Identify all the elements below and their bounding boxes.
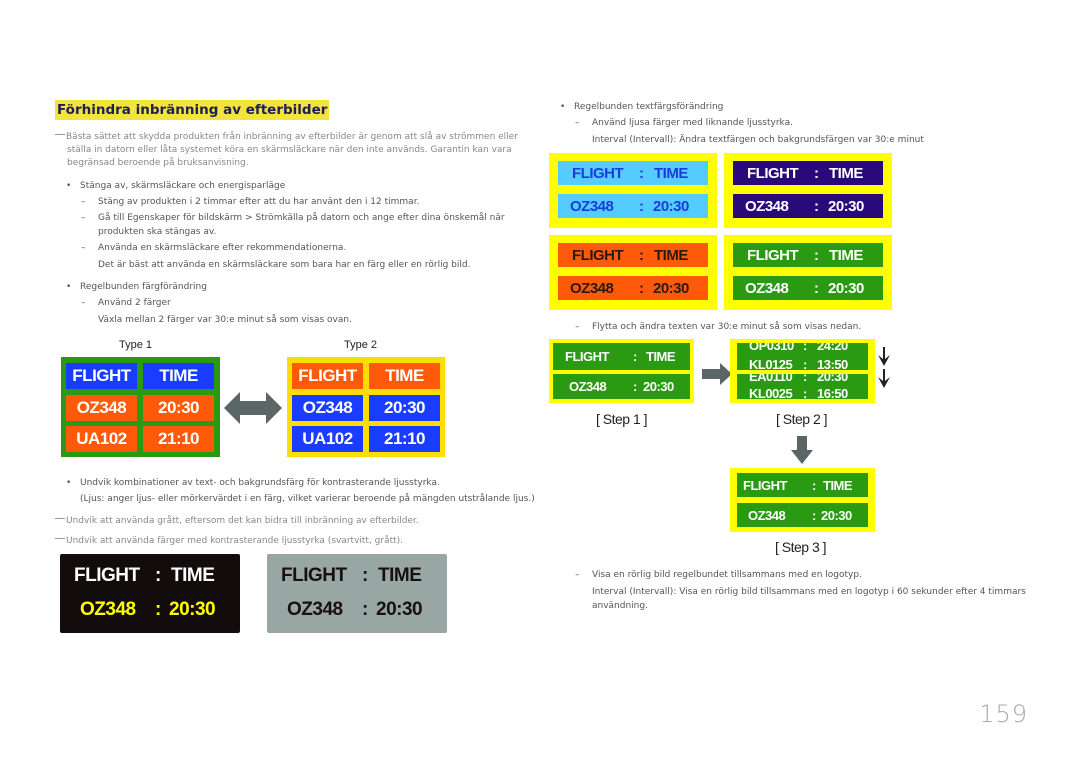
board-line: FLIGHT : TIME	[74, 565, 215, 586]
arrow-down-icon	[878, 347, 890, 366]
step1-label: [ Step 1 ]	[596, 411, 648, 427]
type1-cell: 21:10	[143, 426, 214, 452]
arrow-down-icon	[791, 436, 813, 464]
board-line: FLIGHT : TIME	[553, 343, 690, 370]
page-number: 159	[979, 700, 1028, 728]
dash-detail: Interval (Intervall): Visa en rörlig bil…	[592, 587, 1026, 597]
intro-note: Bästa sättet att skydda produkten från i…	[55, 131, 518, 170]
color-board: FLIGHT: TIME OZ348:20:30	[549, 235, 717, 310]
gray-contrast-board: FLIGHT : TIME OZ348 : 20:30	[267, 554, 447, 633]
dash-item: Använd 2 färger	[81, 297, 171, 310]
board-line: FLIGHT: TIME	[733, 243, 883, 267]
dash-item: Flytta och ändra texten var 30:e minut s…	[575, 321, 861, 334]
arrow-down-icon	[878, 369, 890, 388]
dash-item: Använda en skärmsläckare efter rekommend…	[81, 242, 346, 255]
step3-label: [ Step 3 ]	[775, 539, 827, 555]
dash-detail: användning.	[592, 601, 648, 611]
type1-header-flight: FLIGHT	[66, 363, 137, 389]
note-dash-icon	[55, 518, 65, 519]
type2-header-flight: FLIGHT	[292, 363, 363, 389]
dash-item-cont: produkten ska stängas av.	[98, 227, 217, 237]
dash-item: Visa en rörlig bild regelbundet tillsamm…	[575, 569, 862, 582]
type2-label: Type 2	[344, 339, 378, 351]
bullet-contrast: Undvik kombinationer av text- och bakgru…	[66, 477, 440, 490]
bullet-text-color-change: Regelbunden textfärgsförändring	[560, 101, 723, 114]
bullet-power-saving: Stänga av, skärmsläckare och energisparl…	[66, 180, 285, 193]
section-title: Förhindra inbränning av efterbilder	[55, 100, 330, 120]
board-line: FLIGHT : TIME	[737, 473, 868, 497]
dash-item: Gå till Egenskaper för bildskärm > Ström…	[81, 212, 505, 225]
board-line: OZ348:20:30	[733, 194, 883, 218]
board-line: FLIGHT : TIME	[281, 565, 422, 586]
board-line: OZ348:20:30	[558, 276, 708, 300]
type1-header-time: TIME	[143, 363, 214, 389]
board-line: OZ348 : 20:30	[553, 374, 690, 399]
type2-board: FLIGHT TIME OZ348 20:30 UA102 21:10	[287, 357, 445, 457]
type2-cell: UA102	[292, 426, 363, 452]
board-line: EA0110 : 20:30 KL0025 : 16:50	[737, 374, 868, 399]
note-dash-icon	[55, 134, 65, 135]
note-dash-icon	[55, 538, 65, 539]
step2-board: OP0310 : 24:20 KL0125 : 13:50 EA0110 : 2…	[730, 339, 875, 403]
black-contrast-board: FLIGHT : TIME OZ348 : 20:30	[60, 554, 240, 633]
board-line: OZ348 : 20:30	[287, 599, 423, 620]
type1-label: Type 1	[119, 339, 153, 351]
board-line: FLIGHT: TIME	[558, 243, 708, 267]
board-line: OZ348:20:30	[733, 276, 883, 300]
type1-board: FLIGHT TIME OZ348 20:30 UA102 21:10	[61, 357, 220, 457]
dash-detail: Växla mellan 2 färger var 30:e minut så …	[98, 315, 352, 325]
type2-header-time: TIME	[369, 363, 440, 389]
dash-detail: Interval (Intervall): Ändra textfärgen o…	[592, 135, 924, 145]
board-line: OZ348:20:30	[558, 194, 708, 218]
contrast-detail: (Ljus: anger ljus- eller mörkervärdet i …	[80, 494, 535, 504]
step3-board: FLIGHT : TIME OZ348 : 20:30	[730, 468, 875, 532]
type1-cell: 20:30	[143, 395, 214, 421]
note-contrast: Undvik att använda färger med kontraster…	[55, 535, 403, 548]
board-line: OP0310 : 24:20 KL0125 : 13:50	[737, 343, 868, 370]
board-line: FLIGHT: TIME	[733, 161, 883, 185]
arrow-right-icon	[702, 363, 732, 385]
type2-cell: 20:30	[369, 395, 440, 421]
type1-cell: OZ348	[66, 395, 137, 421]
step1-board: FLIGHT : TIME OZ348 : 20:30	[549, 339, 694, 403]
board-line: FLIGHT: TIME	[558, 161, 708, 185]
type2-cell: 21:10	[369, 426, 440, 452]
color-board: FLIGHT: TIME OZ348:20:30	[724, 153, 892, 228]
bullet-color-change: Regelbunden färgförändring	[66, 281, 207, 294]
dash-item: Stäng av produkten i 2 timmar efter att …	[81, 196, 419, 209]
note-gray: Undvik att använda grått, eftersom det k…	[55, 515, 419, 528]
dash-item: Använd ljusa färger med liknande ljussty…	[575, 117, 793, 130]
step2-label: [ Step 2 ]	[776, 411, 828, 427]
color-board: FLIGHT: TIME OZ348:20:30	[724, 235, 892, 310]
dash-detail: Det är bäst att använda en skärmsläckare…	[98, 260, 471, 270]
color-board: FLIGHT: TIME OZ348:20:30	[549, 153, 717, 228]
board-line: OZ348 : 20:30	[80, 599, 216, 620]
board-line: OZ348 : 20:30	[737, 503, 868, 527]
double-arrow-icon	[224, 392, 282, 424]
type1-cell: UA102	[66, 426, 137, 452]
type2-cell: OZ348	[292, 395, 363, 421]
